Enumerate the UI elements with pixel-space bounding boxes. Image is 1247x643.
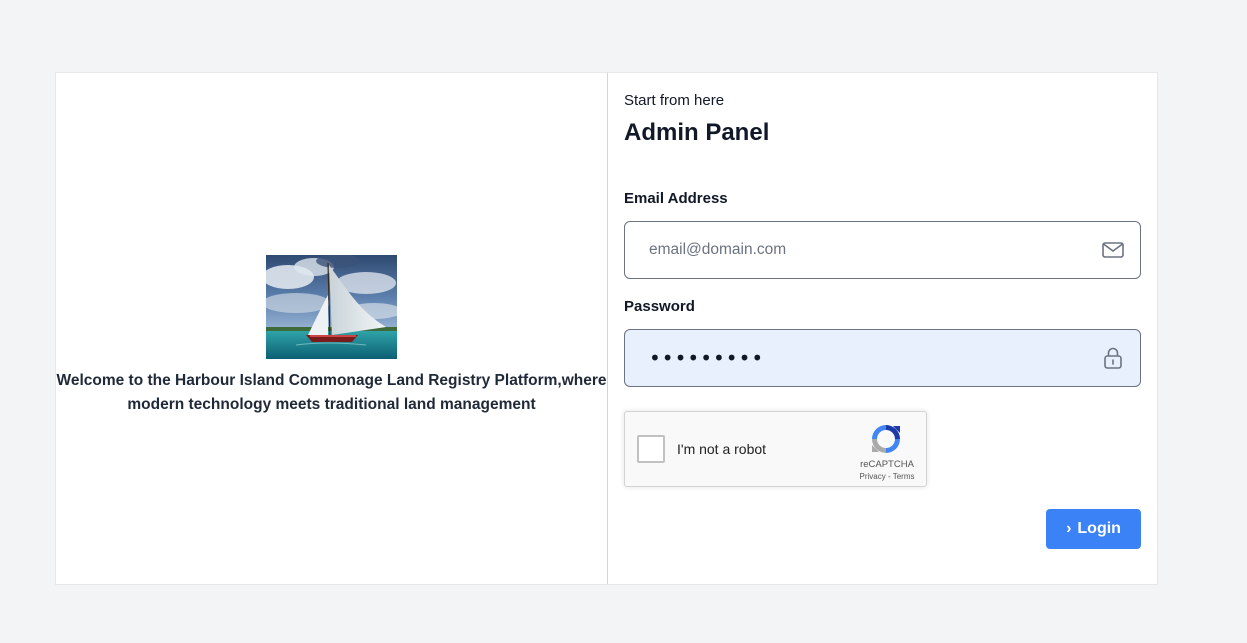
email-field-wrapper (624, 221, 1141, 279)
password-label: Password (624, 298, 695, 315)
recaptcha-label: I'm not a robot (677, 441, 767, 457)
password-field[interactable] (625, 330, 1100, 386)
recaptcha-brand: reCAPTCHA (860, 459, 914, 470)
recaptcha-checkbox[interactable] (637, 435, 665, 463)
email-field[interactable] (625, 222, 1100, 278)
recaptcha-link-separator: - (885, 472, 893, 481)
login-card: Welcome to the Harbour Island Commonage … (55, 72, 1158, 585)
email-label: Email Address (624, 190, 728, 207)
welcome-message: Welcome to the Harbour Island Commonage … (56, 371, 607, 413)
page-title: Admin Panel (624, 119, 770, 146)
recaptcha-terms-link[interactable]: Terms (893, 472, 915, 481)
sailboat-image (266, 254, 397, 359)
recaptcha-logo-icon (872, 425, 900, 453)
chevron-right-icon: › (1066, 519, 1072, 537)
lock-icon (1100, 345, 1126, 371)
recaptcha-privacy-link[interactable]: Privacy (860, 472, 886, 481)
recaptcha-links: Privacy - Terms (847, 472, 927, 481)
login-form-panel: Start from here Admin Panel Email Addres… (608, 73, 1157, 584)
login-button[interactable]: › Login (1046, 509, 1141, 549)
eyebrow-text: Start from here (624, 92, 725, 109)
envelope-icon (1100, 237, 1126, 263)
recaptcha-widget: I'm not a robot reCAPTCHA Privacy - Term… (624, 411, 927, 487)
welcome-panel: Welcome to the Harbour Island Commonage … (56, 73, 608, 584)
password-field-wrapper (624, 329, 1141, 387)
login-button-label: Login (1077, 520, 1121, 537)
